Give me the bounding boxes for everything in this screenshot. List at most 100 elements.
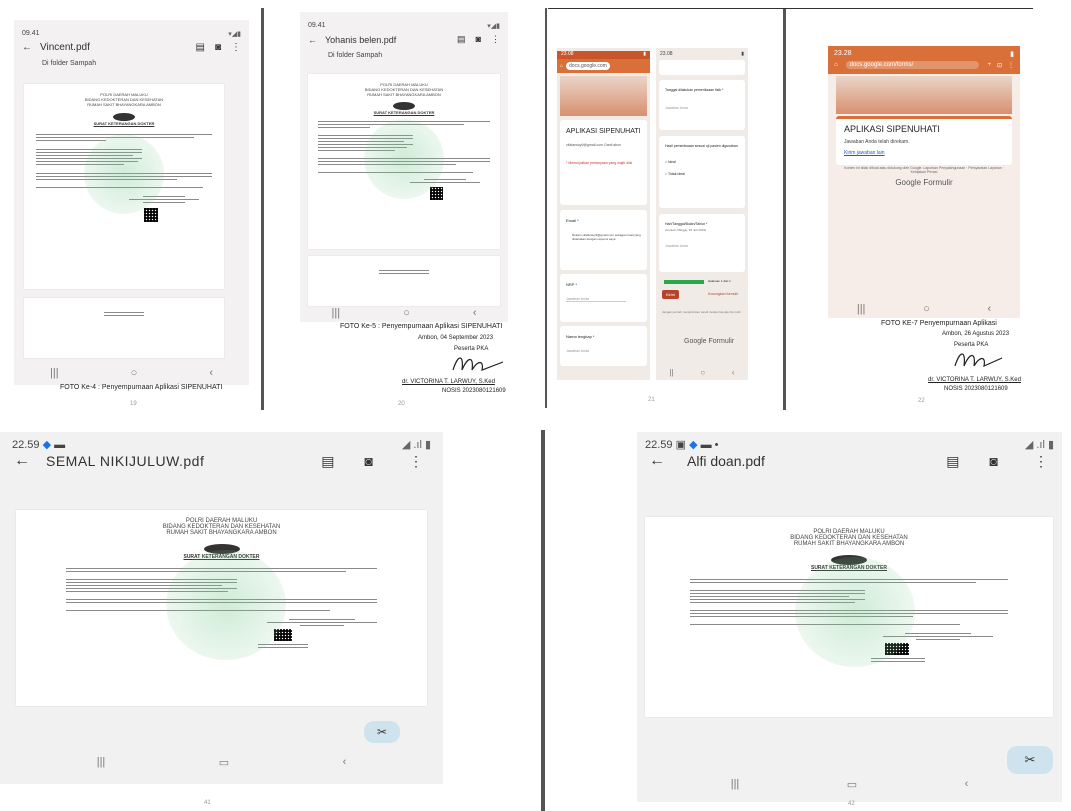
divider-top-2 [545, 8, 547, 408]
panel-vincent-pdf: 09.41 ▾◢▮ ← Vincent.pdf ▤ ◙ ⋮ Di folder Sa… [14, 20, 249, 385]
signal-icon: ▾◢▮ [487, 23, 500, 30]
signature-date: Ambon, 26 Agustus 2023 [942, 331, 1010, 337]
account-email: vifalarwuy9@gmail.com Ganti akun [566, 143, 621, 147]
back-arrow-icon[interactable]: ← [649, 452, 665, 470]
nav-bar: ||| ▭ ‹ [40, 754, 403, 770]
app-bar: ← Vincent.pdf ▤ ◙ ⋮ [22, 42, 241, 53]
lens-icon[interactable]: ◙ [476, 34, 481, 44]
back-icon[interactable]: ‹ [987, 303, 991, 315]
home-icon[interactable]: ○ [403, 307, 410, 319]
new-tab-icon[interactable]: + [987, 62, 991, 68]
back-arrow-icon[interactable]: ← [308, 35, 317, 45]
required-note: * Menunjukkan pertanyaan yang wajib diis… [566, 161, 633, 165]
back-icon[interactable]: ‹ [343, 756, 347, 768]
panel-form-left: 23.08 ▮ ⌂ docs.google.com APLIKASI SIPENU… [557, 48, 650, 380]
recents-icon[interactable]: ||| [332, 307, 341, 319]
lens-icon[interactable]: ◙ [365, 453, 373, 469]
tabs-icon[interactable]: ⊡ [997, 62, 1002, 69]
document-page: POLRI DAERAH MALUKU BIDANG KEDOKTERAN DA… [645, 517, 1053, 717]
document-page: POLRI DAERAH MALUKU BIDANG KEDOKTERAN DA… [24, 84, 224, 289]
page-number: 42 [848, 801, 855, 807]
form-title: APLIKASI SIPENUHATI [566, 128, 641, 135]
top-rule [548, 8, 1033, 9]
response-recorded: Jawaban Anda telah direkam. [844, 139, 910, 145]
confirmation-card: APLIKASI SIPENUHATI Jawaban Anda telah d… [836, 116, 1012, 165]
submit-another-link[interactable]: Kirim jawaban lain [844, 150, 1012, 156]
clear-form-button[interactable]: Kosongkan formulir [708, 292, 738, 296]
nama-input[interactable]: Jawaban Anda [566, 349, 647, 353]
more-icon[interactable]: ⋮ [231, 42, 241, 53]
recents-icon[interactable]: ||| [857, 303, 866, 315]
home-icon[interactable]: ○ [131, 367, 138, 379]
more-icon[interactable]: ⋮ [1034, 453, 1048, 470]
back-icon[interactable]: ‹ [473, 307, 477, 319]
panel-form-submitted: 23.28 ▮ ⌂ docs.google.com/forms/ + ⊡ ⋮ AP… [828, 46, 1020, 318]
edit-fab-icon[interactable]: ✂ [364, 721, 400, 743]
email-checkbox[interactable]: Rekam vifalarwuy9@gmail.com sebagai emai… [572, 233, 641, 241]
signature-nosis: NOSIS 2023080121609 [442, 388, 506, 394]
lens-icon[interactable]: ◙ [215, 42, 221, 53]
date-question: Tanggal dilakukan pemeriksaan fisik * Ja… [659, 80, 745, 130]
submit-button[interactable]: Kirim [662, 290, 680, 299]
reader-mode-icon[interactable]: ▤ [457, 34, 466, 45]
status-bar: 09.41 ▾◢▮ [300, 22, 508, 30]
status-time: 09.41 [308, 22, 326, 29]
signature-date: Ambon, 04 September 2023 [418, 335, 494, 341]
caption-foto-7: FOTO KE-7 Penyempurnaan Aplikasi [881, 320, 997, 327]
back-icon[interactable]: ‹ [732, 368, 735, 377]
watermark-seal [84, 134, 164, 214]
nrp-question: NRP * Jawaban Anda [560, 274, 647, 322]
more-icon[interactable]: ⋮ [1008, 62, 1014, 69]
reader-mode-icon[interactable]: ▤ [321, 453, 334, 470]
edit-fab-icon[interactable]: ✂ [1007, 746, 1053, 774]
lens-icon[interactable]: ◙ [990, 453, 998, 469]
nav-bar: ||| ○ ‹ [14, 365, 249, 381]
more-icon[interactable]: ⋮ [491, 34, 500, 45]
form-title-card: APLIKASI SIPENUHATI vifalarwuy9@gmail.co… [560, 120, 647, 205]
home-icon[interactable]: ▭ [219, 756, 229, 769]
panel-semal-pdf: 22.59 ◆ ▬ ◢ .ıl ▮ ← SEMAL NIKIJULUW.pdf … [0, 432, 443, 784]
handwritten-signature [954, 353, 1003, 368]
folder-subtitle: Di folder Sampah [328, 52, 383, 59]
panel-alfi-pdf: 22.59 ▣ ◆ ▬ • ◢ .ıl ▮ ← Alfi doan.pdf ▤ ◙… [637, 432, 1062, 802]
caption-foto-5: FOTO Ke-5 : Penyempurnaan Aplikasi SIPEN… [340, 323, 503, 330]
footer-note: Jangan pernah mengirimkan sandi melalui … [662, 310, 741, 314]
document-page: POLRI DAERAH MALUKU BIDANG KEDOKTERAN DA… [308, 74, 500, 249]
disclaimer: Konten ini tidak dibuat atau didukung ol… [844, 166, 1004, 174]
nrp-input[interactable]: Jawaban Anda [566, 297, 626, 302]
hasil-question: Hasil pemeriksaan sesuai uji pasien digu… [659, 136, 745, 208]
url-bar[interactable]: docs.google.com/forms/ [845, 61, 980, 69]
back-arrow-icon[interactable]: ← [22, 42, 32, 53]
form-header-image [836, 76, 1012, 114]
org-header: POLRI DAERAH MALUKU BIDANG KEDOKTERAN DA… [84, 92, 164, 107]
url-bar[interactable]: docs.google.com [566, 62, 610, 70]
document-page-2 [308, 256, 500, 306]
recents-icon[interactable]: ||| [50, 367, 59, 379]
file-title: Alfi doan.pdf [687, 453, 765, 469]
reader-mode-icon[interactable]: ▤ [196, 42, 205, 53]
reader-mode-icon[interactable]: ▤ [946, 453, 959, 470]
recents-icon[interactable]: ||| [731, 778, 740, 790]
page-number: 19 [130, 401, 137, 407]
qr-code [430, 187, 443, 200]
home-icon[interactable]: ⌂ [560, 63, 563, 69]
status-time: 09.41 [22, 30, 40, 37]
watermark-seal [364, 119, 444, 199]
caption-foto-4: FOTO Ke-4 : Penyempurnaan Aplikasi SIPEN… [60, 384, 223, 391]
recents-icon[interactable]: || [669, 368, 673, 377]
watermark-seal [795, 557, 915, 667]
home-icon[interactable]: ⌂ [834, 62, 838, 68]
page-number: 22 [918, 398, 925, 404]
home-icon[interactable]: ▭ [847, 778, 857, 791]
birth-question: Hari/Tanggal/Bulan/Tahun * (Contoh: Ming… [659, 214, 745, 272]
file-title: Yohanis belen.pdf [325, 34, 397, 45]
home-icon[interactable]: ○ [923, 303, 930, 315]
qr-code [144, 208, 158, 222]
more-icon[interactable]: ⋮ [409, 453, 423, 470]
back-arrow-icon[interactable]: ← [14, 452, 30, 470]
back-icon[interactable]: ‹ [209, 367, 213, 379]
back-icon[interactable]: ‹ [965, 778, 969, 790]
nav-bar: ||| ▭ ‹ [677, 776, 1022, 792]
recents-icon[interactable]: ||| [97, 756, 106, 768]
home-icon[interactable]: ○ [700, 368, 705, 377]
